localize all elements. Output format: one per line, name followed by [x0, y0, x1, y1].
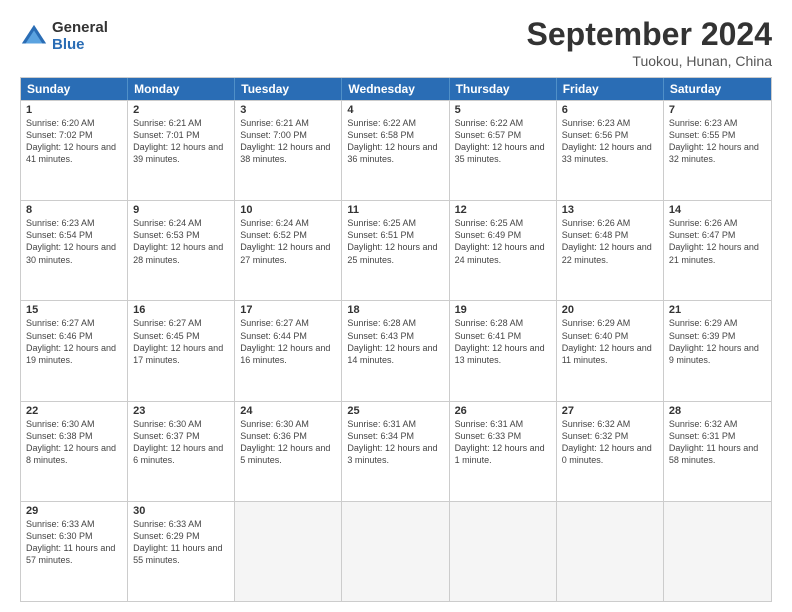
week-row-1: 1 Sunrise: 6:20 AM Sunset: 7:02 PM Dayli…: [21, 100, 771, 200]
day-23: 23 Sunrise: 6:30 AM Sunset: 6:37 PM Dayl…: [128, 402, 235, 501]
day-20: 20 Sunrise: 6:29 AM Sunset: 6:40 PM Dayl…: [557, 301, 664, 400]
header-monday: Monday: [128, 78, 235, 100]
calendar-body: 1 Sunrise: 6:20 AM Sunset: 7:02 PM Dayli…: [21, 100, 771, 601]
week-row-2: 8 Sunrise: 6:23 AM Sunset: 6:54 PM Dayli…: [21, 200, 771, 300]
week-row-4: 22 Sunrise: 6:30 AM Sunset: 6:38 PM Dayl…: [21, 401, 771, 501]
day-10: 10 Sunrise: 6:24 AM Sunset: 6:52 PM Dayl…: [235, 201, 342, 300]
week-row-3: 15 Sunrise: 6:27 AM Sunset: 6:46 PM Dayl…: [21, 300, 771, 400]
day-num-3: 3: [240, 104, 336, 116]
day-30: 30 Sunrise: 6:33 AM Sunset: 6:29 PM Dayl…: [128, 502, 235, 601]
day-5: 5 Sunrise: 6:22 AM Sunset: 6:57 PM Dayli…: [450, 101, 557, 200]
logo-blue: Blue: [52, 37, 108, 54]
calendar: Sunday Monday Tuesday Wednesday Thursday…: [20, 77, 772, 602]
header-friday: Friday: [557, 78, 664, 100]
day-num-1: 1: [26, 104, 122, 116]
header-wednesday: Wednesday: [342, 78, 449, 100]
location: Tuokou, Hunan, China: [527, 53, 772, 69]
day-7-text: Sunrise: 6:23 AM Sunset: 6:55 PM Dayligh…: [669, 117, 766, 166]
day-13: 13 Sunrise: 6:26 AM Sunset: 6:48 PM Dayl…: [557, 201, 664, 300]
page: General Blue September 2024 Tuokou, Huna…: [0, 0, 792, 612]
day-num-4: 4: [347, 104, 443, 116]
day-18: 18 Sunrise: 6:28 AM Sunset: 6:43 PM Dayl…: [342, 301, 449, 400]
header-saturday: Saturday: [664, 78, 771, 100]
day-1-text: Sunrise: 6:20 AM Sunset: 7:02 PM Dayligh…: [26, 117, 122, 166]
header: General Blue September 2024 Tuokou, Huna…: [20, 16, 772, 69]
day-2: 2 Sunrise: 6:21 AM Sunset: 7:01 PM Dayli…: [128, 101, 235, 200]
day-8: 8 Sunrise: 6:23 AM Sunset: 6:54 PM Dayli…: [21, 201, 128, 300]
logo-icon: [20, 23, 48, 51]
day-7: 7 Sunrise: 6:23 AM Sunset: 6:55 PM Dayli…: [664, 101, 771, 200]
empty-5: [664, 502, 771, 601]
day-3: 3 Sunrise: 6:21 AM Sunset: 7:00 PM Dayli…: [235, 101, 342, 200]
day-6: 6 Sunrise: 6:23 AM Sunset: 6:56 PM Dayli…: [557, 101, 664, 200]
day-6-text: Sunrise: 6:23 AM Sunset: 6:56 PM Dayligh…: [562, 117, 658, 166]
day-26: 26 Sunrise: 6:31 AM Sunset: 6:33 PM Dayl…: [450, 402, 557, 501]
month-title: September 2024: [527, 16, 772, 53]
day-3-text: Sunrise: 6:21 AM Sunset: 7:00 PM Dayligh…: [240, 117, 336, 166]
day-9: 9 Sunrise: 6:24 AM Sunset: 6:53 PM Dayli…: [128, 201, 235, 300]
day-5-text: Sunrise: 6:22 AM Sunset: 6:57 PM Dayligh…: [455, 117, 551, 166]
day-12: 12 Sunrise: 6:25 AM Sunset: 6:49 PM Dayl…: [450, 201, 557, 300]
day-1: 1 Sunrise: 6:20 AM Sunset: 7:02 PM Dayli…: [21, 101, 128, 200]
day-19: 19 Sunrise: 6:28 AM Sunset: 6:41 PM Dayl…: [450, 301, 557, 400]
header-thursday: Thursday: [450, 78, 557, 100]
day-29: 29 Sunrise: 6:33 AM Sunset: 6:30 PM Dayl…: [21, 502, 128, 601]
empty-4: [557, 502, 664, 601]
day-28: 28 Sunrise: 6:32 AM Sunset: 6:31 PM Dayl…: [664, 402, 771, 501]
day-11: 11 Sunrise: 6:25 AM Sunset: 6:51 PM Dayl…: [342, 201, 449, 300]
logo-general: General: [52, 20, 108, 37]
day-17: 17 Sunrise: 6:27 AM Sunset: 6:44 PM Dayl…: [235, 301, 342, 400]
day-num-5: 5: [455, 104, 551, 116]
day-21: 21 Sunrise: 6:29 AM Sunset: 6:39 PM Dayl…: [664, 301, 771, 400]
day-16: 16 Sunrise: 6:27 AM Sunset: 6:45 PM Dayl…: [128, 301, 235, 400]
empty-3: [450, 502, 557, 601]
logo: General Blue: [20, 20, 108, 53]
day-25: 25 Sunrise: 6:31 AM Sunset: 6:34 PM Dayl…: [342, 402, 449, 501]
week-row-5: 29 Sunrise: 6:33 AM Sunset: 6:30 PM Dayl…: [21, 501, 771, 601]
header-tuesday: Tuesday: [235, 78, 342, 100]
day-14: 14 Sunrise: 6:26 AM Sunset: 6:47 PM Dayl…: [664, 201, 771, 300]
calendar-header: Sunday Monday Tuesday Wednesday Thursday…: [21, 78, 771, 100]
day-4-text: Sunrise: 6:22 AM Sunset: 6:58 PM Dayligh…: [347, 117, 443, 166]
logo-text: General Blue: [52, 20, 108, 53]
day-24: 24 Sunrise: 6:30 AM Sunset: 6:36 PM Dayl…: [235, 402, 342, 501]
day-2-text: Sunrise: 6:21 AM Sunset: 7:01 PM Dayligh…: [133, 117, 229, 166]
day-15: 15 Sunrise: 6:27 AM Sunset: 6:46 PM Dayl…: [21, 301, 128, 400]
day-22: 22 Sunrise: 6:30 AM Sunset: 6:38 PM Dayl…: [21, 402, 128, 501]
empty-2: [342, 502, 449, 601]
day-4: 4 Sunrise: 6:22 AM Sunset: 6:58 PM Dayli…: [342, 101, 449, 200]
day-27: 27 Sunrise: 6:32 AM Sunset: 6:32 PM Dayl…: [557, 402, 664, 501]
day-num-2: 2: [133, 104, 229, 116]
day-num-6: 6: [562, 104, 658, 116]
title-block: September 2024 Tuokou, Hunan, China: [527, 16, 772, 69]
day-num-7: 7: [669, 104, 766, 116]
empty-1: [235, 502, 342, 601]
header-sunday: Sunday: [21, 78, 128, 100]
